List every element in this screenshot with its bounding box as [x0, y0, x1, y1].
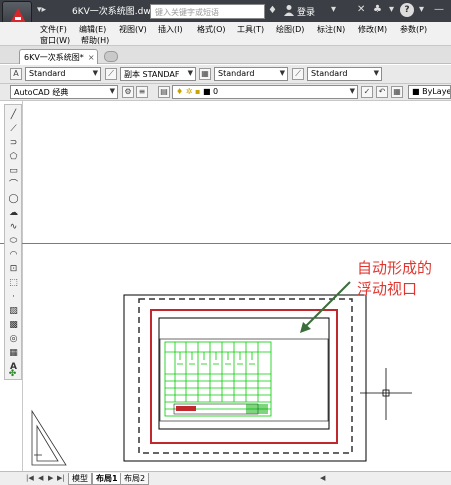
tab-model[interactable]: 模型 — [68, 473, 92, 485]
title-block-stamp — [246, 404, 268, 414]
layout-drawing — [31, 281, 412, 466]
next-tab-icon[interactable]: ▶ — [48, 474, 53, 482]
tab-layout1[interactable]: 布局1 — [92, 473, 122, 485]
annotation-line-2: 浮动视口 — [357, 280, 418, 298]
last-tab-icon[interactable]: ▶| — [57, 474, 65, 482]
annotation-line-1: 自动形成的 — [357, 259, 433, 277]
first-tab-icon[interactable]: |◀ — [26, 474, 34, 482]
tab-layout2[interactable]: 布局2 — [120, 473, 150, 485]
layout-tab-bar: |◀ ◀ ▶ ▶| 模型 布局1 布局2 ◀ — [0, 471, 451, 485]
crosshair-cursor — [360, 368, 412, 420]
previous-tab-icon[interactable]: ◀ — [38, 474, 43, 482]
annotation-text: 自动形成的 浮动视口 — [357, 258, 432, 300]
horizontal-scroll-left-icon[interactable]: ◀ — [320, 474, 325, 482]
title-block-logo — [176, 406, 196, 411]
ucs-icon — [31, 409, 67, 466]
